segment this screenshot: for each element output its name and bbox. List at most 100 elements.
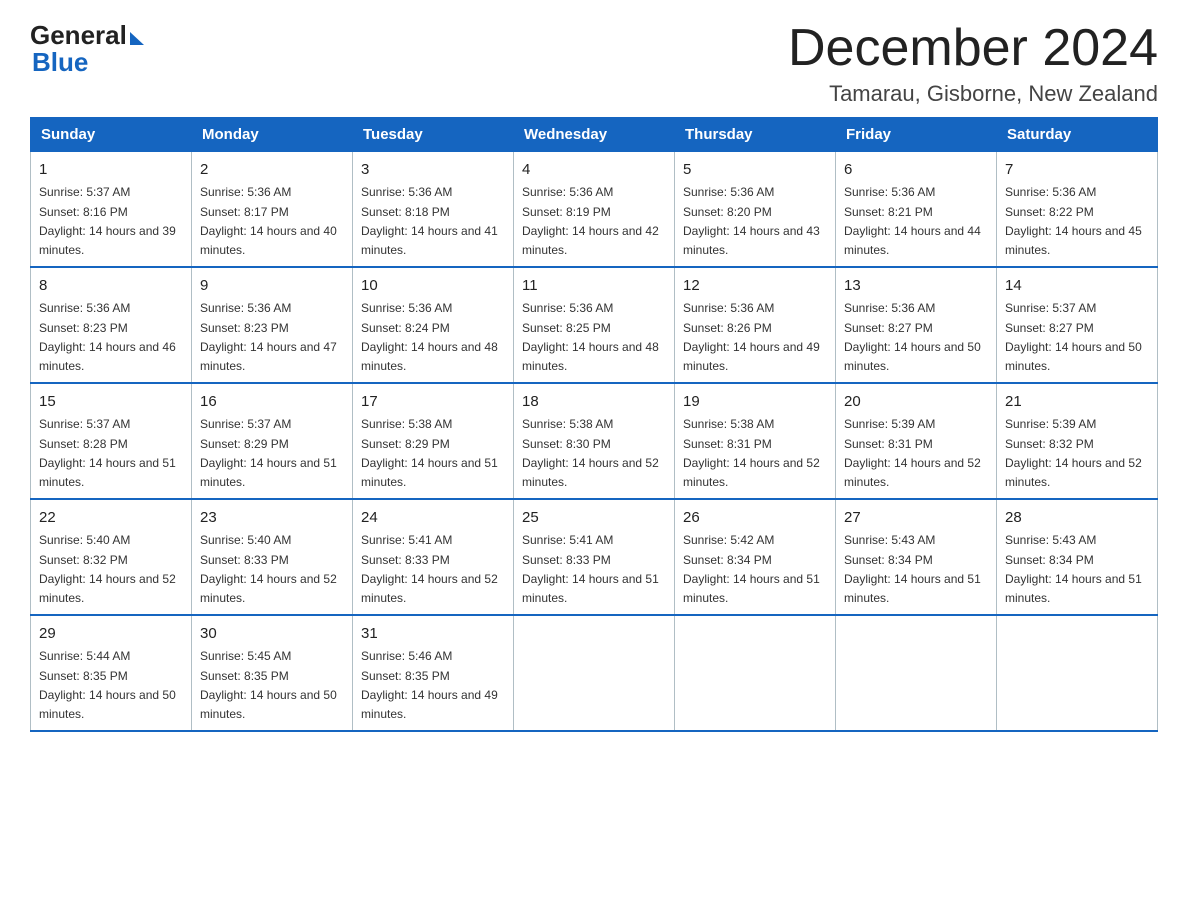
calendar-week-row: 29Sunrise: 5:44 AMSunset: 8:35 PMDayligh…: [31, 615, 1158, 731]
day-number: 12: [683, 274, 827, 297]
day-number: 5: [683, 158, 827, 181]
day-info: Sunrise: 5:37 AMSunset: 8:27 PMDaylight:…: [1005, 299, 1149, 376]
day-info: Sunrise: 5:45 AMSunset: 8:35 PMDaylight:…: [200, 647, 344, 724]
day-number: 2: [200, 158, 344, 181]
day-info: Sunrise: 5:38 AMSunset: 8:29 PMDaylight:…: [361, 415, 505, 492]
day-header-monday: Monday: [192, 118, 353, 152]
calendar-cell: 1Sunrise: 5:37 AMSunset: 8:16 PMDaylight…: [31, 152, 192, 268]
calendar-cell: 21Sunrise: 5:39 AMSunset: 8:32 PMDayligh…: [997, 383, 1158, 499]
day-info: Sunrise: 5:36 AMSunset: 8:19 PMDaylight:…: [522, 183, 666, 260]
calendar-cell: 29Sunrise: 5:44 AMSunset: 8:35 PMDayligh…: [31, 615, 192, 731]
calendar-cell: 11Sunrise: 5:36 AMSunset: 8:25 PMDayligh…: [514, 267, 675, 383]
calendar-cell: 5Sunrise: 5:36 AMSunset: 8:20 PMDaylight…: [675, 152, 836, 268]
calendar-cell: 25Sunrise: 5:41 AMSunset: 8:33 PMDayligh…: [514, 499, 675, 615]
day-number: 9: [200, 274, 344, 297]
logo: General Blue: [30, 20, 144, 78]
location-title: Tamarau, Gisborne, New Zealand: [788, 81, 1158, 107]
calendar-cell: [675, 615, 836, 731]
day-info: Sunrise: 5:41 AMSunset: 8:33 PMDaylight:…: [522, 531, 666, 608]
day-number: 8: [39, 274, 183, 297]
day-number: 14: [1005, 274, 1149, 297]
day-info: Sunrise: 5:43 AMSunset: 8:34 PMDaylight:…: [844, 531, 988, 608]
day-info: Sunrise: 5:37 AMSunset: 8:28 PMDaylight:…: [39, 415, 183, 492]
day-info: Sunrise: 5:36 AMSunset: 8:22 PMDaylight:…: [1005, 183, 1149, 260]
calendar-cell: 30Sunrise: 5:45 AMSunset: 8:35 PMDayligh…: [192, 615, 353, 731]
day-number: 25: [522, 506, 666, 529]
calendar-cell: 20Sunrise: 5:39 AMSunset: 8:31 PMDayligh…: [836, 383, 997, 499]
day-info: Sunrise: 5:43 AMSunset: 8:34 PMDaylight:…: [1005, 531, 1149, 608]
day-info: Sunrise: 5:36 AMSunset: 8:23 PMDaylight:…: [39, 299, 183, 376]
logo-blue-text: Blue: [30, 47, 88, 78]
day-number: 27: [844, 506, 988, 529]
day-info: Sunrise: 5:46 AMSunset: 8:35 PMDaylight:…: [361, 647, 505, 724]
calendar-cell: 14Sunrise: 5:37 AMSunset: 8:27 PMDayligh…: [997, 267, 1158, 383]
day-number: 11: [522, 274, 666, 297]
calendar-cell: 3Sunrise: 5:36 AMSunset: 8:18 PMDaylight…: [353, 152, 514, 268]
month-title: December 2024: [788, 20, 1158, 77]
day-number: 1: [39, 158, 183, 181]
day-info: Sunrise: 5:36 AMSunset: 8:25 PMDaylight:…: [522, 299, 666, 376]
calendar-cell: 31Sunrise: 5:46 AMSunset: 8:35 PMDayligh…: [353, 615, 514, 731]
day-header-friday: Friday: [836, 118, 997, 152]
day-info: Sunrise: 5:36 AMSunset: 8:27 PMDaylight:…: [844, 299, 988, 376]
calendar-cell: 19Sunrise: 5:38 AMSunset: 8:31 PMDayligh…: [675, 383, 836, 499]
calendar-week-row: 8Sunrise: 5:36 AMSunset: 8:23 PMDaylight…: [31, 267, 1158, 383]
day-info: Sunrise: 5:40 AMSunset: 8:32 PMDaylight:…: [39, 531, 183, 608]
day-number: 19: [683, 390, 827, 413]
calendar-week-row: 1Sunrise: 5:37 AMSunset: 8:16 PMDaylight…: [31, 152, 1158, 268]
day-info: Sunrise: 5:36 AMSunset: 8:26 PMDaylight:…: [683, 299, 827, 376]
day-info: Sunrise: 5:38 AMSunset: 8:31 PMDaylight:…: [683, 415, 827, 492]
calendar-cell: 28Sunrise: 5:43 AMSunset: 8:34 PMDayligh…: [997, 499, 1158, 615]
day-number: 18: [522, 390, 666, 413]
calendar-cell: 9Sunrise: 5:36 AMSunset: 8:23 PMDaylight…: [192, 267, 353, 383]
day-info: Sunrise: 5:38 AMSunset: 8:30 PMDaylight:…: [522, 415, 666, 492]
day-info: Sunrise: 5:37 AMSunset: 8:29 PMDaylight:…: [200, 415, 344, 492]
day-number: 17: [361, 390, 505, 413]
page-header: General Blue December 2024 Tamarau, Gisb…: [30, 20, 1158, 107]
calendar-table: SundayMondayTuesdayWednesdayThursdayFrid…: [30, 117, 1158, 732]
day-number: 7: [1005, 158, 1149, 181]
calendar-cell: 15Sunrise: 5:37 AMSunset: 8:28 PMDayligh…: [31, 383, 192, 499]
day-header-sunday: Sunday: [31, 118, 192, 152]
day-number: 30: [200, 622, 344, 645]
day-number: 21: [1005, 390, 1149, 413]
day-info: Sunrise: 5:40 AMSunset: 8:33 PMDaylight:…: [200, 531, 344, 608]
day-number: 22: [39, 506, 183, 529]
calendar-cell: 23Sunrise: 5:40 AMSunset: 8:33 PMDayligh…: [192, 499, 353, 615]
calendar-cell: 12Sunrise: 5:36 AMSunset: 8:26 PMDayligh…: [675, 267, 836, 383]
day-number: 16: [200, 390, 344, 413]
day-number: 23: [200, 506, 344, 529]
calendar-cell: 7Sunrise: 5:36 AMSunset: 8:22 PMDaylight…: [997, 152, 1158, 268]
day-number: 10: [361, 274, 505, 297]
calendar-cell: 10Sunrise: 5:36 AMSunset: 8:24 PMDayligh…: [353, 267, 514, 383]
day-info: Sunrise: 5:36 AMSunset: 8:20 PMDaylight:…: [683, 183, 827, 260]
calendar-cell: 24Sunrise: 5:41 AMSunset: 8:33 PMDayligh…: [353, 499, 514, 615]
calendar-cell: [836, 615, 997, 731]
calendar-cell: 2Sunrise: 5:36 AMSunset: 8:17 PMDaylight…: [192, 152, 353, 268]
day-info: Sunrise: 5:41 AMSunset: 8:33 PMDaylight:…: [361, 531, 505, 608]
calendar-header-row: SundayMondayTuesdayWednesdayThursdayFrid…: [31, 118, 1158, 152]
calendar-cell: 6Sunrise: 5:36 AMSunset: 8:21 PMDaylight…: [836, 152, 997, 268]
calendar-cell: 16Sunrise: 5:37 AMSunset: 8:29 PMDayligh…: [192, 383, 353, 499]
day-info: Sunrise: 5:36 AMSunset: 8:21 PMDaylight:…: [844, 183, 988, 260]
day-info: Sunrise: 5:37 AMSunset: 8:16 PMDaylight:…: [39, 183, 183, 260]
day-header-tuesday: Tuesday: [353, 118, 514, 152]
calendar-week-row: 22Sunrise: 5:40 AMSunset: 8:32 PMDayligh…: [31, 499, 1158, 615]
calendar-cell: 22Sunrise: 5:40 AMSunset: 8:32 PMDayligh…: [31, 499, 192, 615]
day-number: 4: [522, 158, 666, 181]
day-number: 26: [683, 506, 827, 529]
calendar-cell: 18Sunrise: 5:38 AMSunset: 8:30 PMDayligh…: [514, 383, 675, 499]
logo-arrow-icon: [130, 32, 144, 45]
calendar-cell: [997, 615, 1158, 731]
day-number: 28: [1005, 506, 1149, 529]
day-number: 29: [39, 622, 183, 645]
calendar-cell: 4Sunrise: 5:36 AMSunset: 8:19 PMDaylight…: [514, 152, 675, 268]
day-number: 15: [39, 390, 183, 413]
title-block: December 2024 Tamarau, Gisborne, New Zea…: [788, 20, 1158, 107]
calendar-week-row: 15Sunrise: 5:37 AMSunset: 8:28 PMDayligh…: [31, 383, 1158, 499]
day-info: Sunrise: 5:44 AMSunset: 8:35 PMDaylight:…: [39, 647, 183, 724]
day-number: 31: [361, 622, 505, 645]
day-number: 3: [361, 158, 505, 181]
calendar-cell: 13Sunrise: 5:36 AMSunset: 8:27 PMDayligh…: [836, 267, 997, 383]
day-number: 20: [844, 390, 988, 413]
